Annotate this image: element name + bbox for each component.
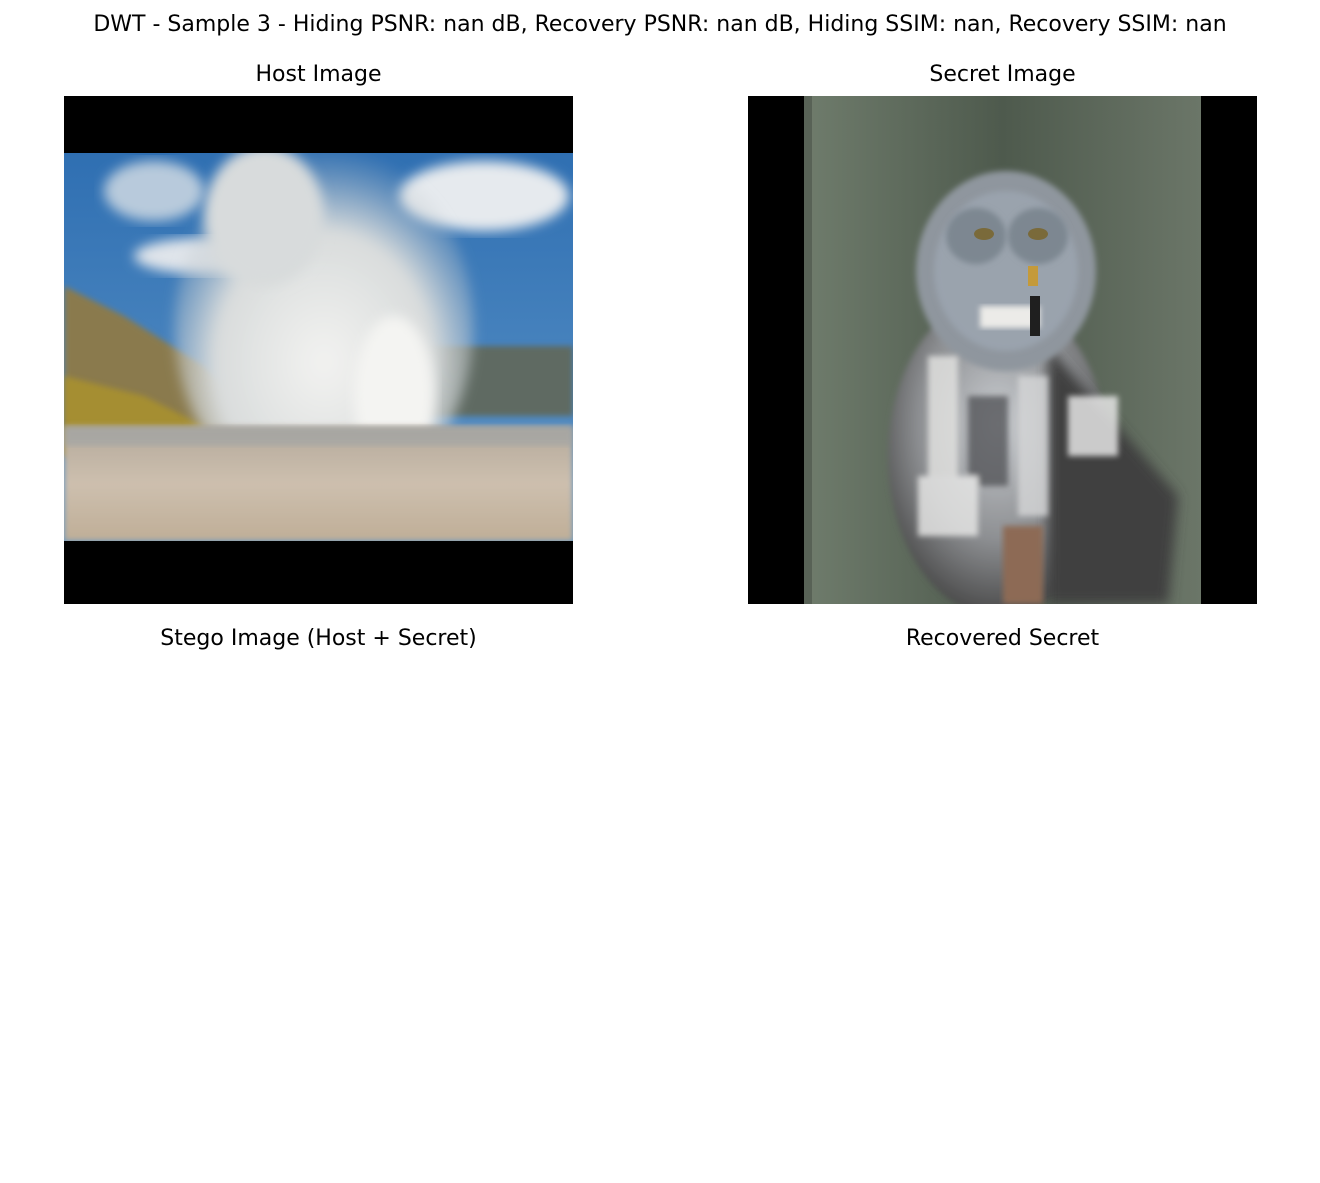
- figure-title: DWT - Sample 3 - Hiding PSNR: nan dB, Re…: [93, 12, 1227, 37]
- recovered-secret-title: Recovered Secret: [905, 626, 1100, 651]
- stego-image-title: Stego Image (Host + Secret): [160, 626, 477, 651]
- secret-image: [748, 96, 1257, 604]
- host-image: [64, 96, 573, 604]
- secret-image-picture: [748, 96, 1257, 604]
- host-image-picture: [64, 96, 573, 604]
- secret-image-title: Secret Image: [929, 62, 1076, 87]
- host-image-title: Host Image: [255, 62, 382, 87]
